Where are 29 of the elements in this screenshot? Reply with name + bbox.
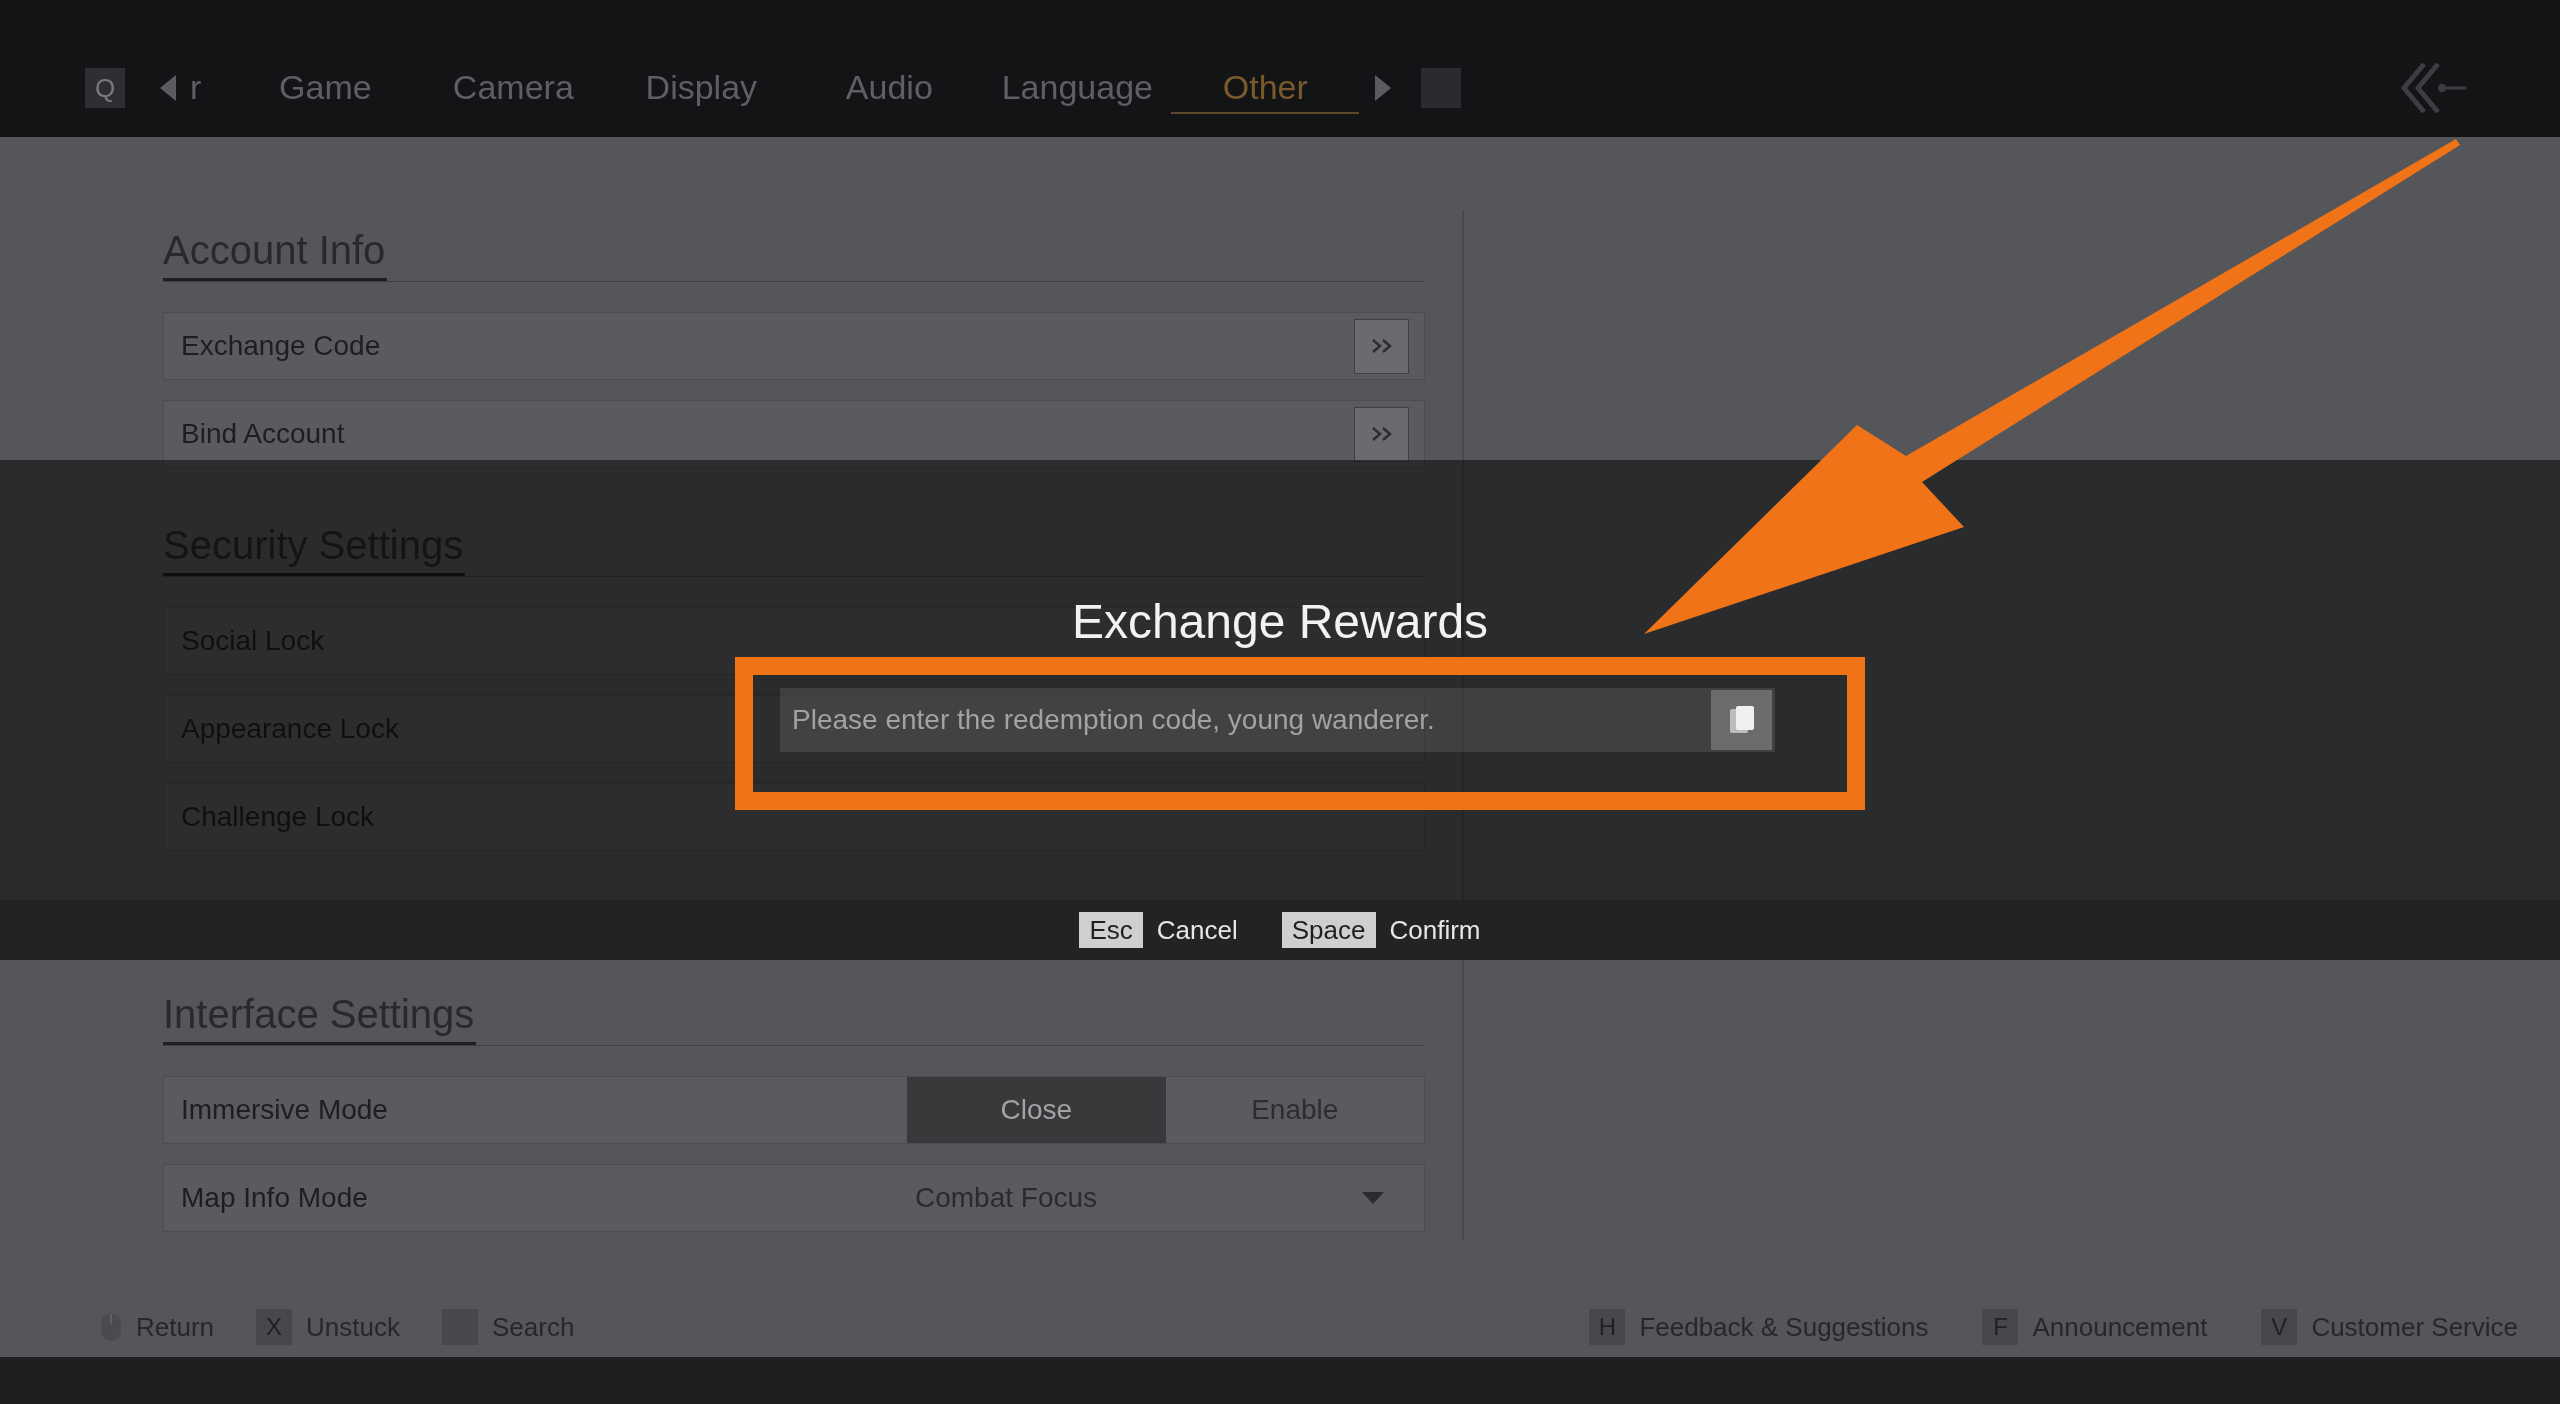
dialog-title: Exchange Rewards [1071, 594, 1489, 650]
setting-label: Immersive Mode [181, 1093, 388, 1127]
key-icon: Space [1281, 912, 1376, 948]
tab[interactable]: Camera [419, 62, 608, 114]
previous-arrow-icon[interactable] [160, 75, 176, 101]
tab[interactable]: Audio [795, 62, 984, 114]
next-arrow-icon[interactable] [1375, 75, 1392, 101]
open-button[interactable] [1354, 318, 1409, 374]
key-icon [1421, 68, 1462, 108]
dialog-action[interactable]: Esc Cancel [1079, 910, 1238, 950]
tab[interactable]: Game [231, 62, 420, 114]
setting-label: Exchange Code [181, 329, 381, 363]
tab[interactable]: Other [1171, 62, 1360, 114]
open-button[interactable] [1354, 406, 1409, 462]
paste-button[interactable] [1711, 690, 1772, 750]
double-chevron-icon [1370, 338, 1393, 354]
caret-icon [1362, 1192, 1384, 1204]
key-icon: Esc [1079, 912, 1143, 948]
setting-label: Bind Account [181, 417, 345, 451]
option-toggle[interactable]: Close [907, 1077, 1166, 1143]
dialog-action[interactable]: Space Confirm [1281, 910, 1481, 950]
double-chevron-icon [1370, 426, 1393, 442]
tab[interactable]: Display [607, 62, 796, 114]
setting-label: Map Info Mode [181, 1181, 368, 1215]
tab[interactable]: Language [983, 62, 1172, 114]
tab[interactable]: r [190, 62, 202, 114]
action-label: Cancel [1156, 913, 1238, 947]
key-icon: Q [85, 68, 125, 108]
action-label: Confirm [1389, 913, 1481, 947]
